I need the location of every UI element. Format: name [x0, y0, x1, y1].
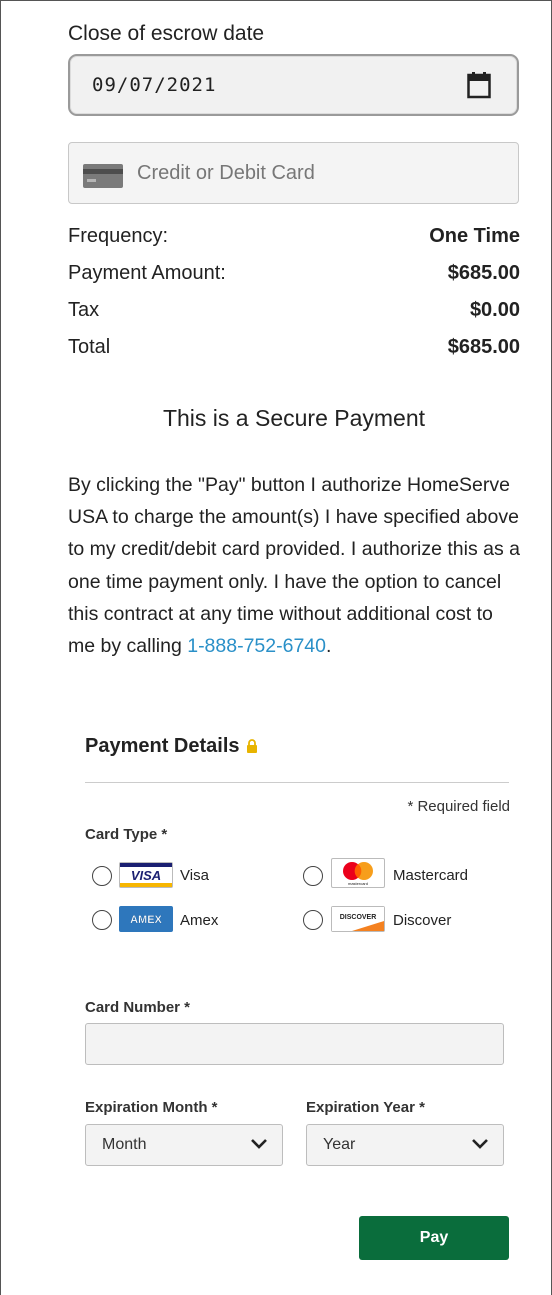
- summary-key: Tax: [68, 299, 100, 321]
- chevron-down-icon: [472, 1139, 488, 1149]
- calendar-icon[interactable]: [467, 71, 491, 99]
- summary-key: Payment Amount:: [68, 262, 226, 284]
- svg-text:mastercard: mastercard: [348, 881, 368, 886]
- summary-row-tax: Tax $0.00: [68, 299, 520, 329]
- summary-value: $0.00: [469, 299, 520, 321]
- discover-radio[interactable]: [303, 910, 323, 930]
- required-field-note: * Required field: [407, 798, 510, 815]
- summary-row-frequency: Frequency: One Time: [68, 225, 520, 255]
- payment-details-title: Payment Details: [85, 735, 258, 758]
- expiration-month-label: Expiration Month *: [85, 1099, 218, 1116]
- summary-key: Total: [68, 336, 111, 358]
- svg-text:DISCOVER: DISCOVER: [340, 914, 377, 921]
- discover-label: Discover: [393, 912, 452, 929]
- mastercard-radio[interactable]: [303, 866, 323, 886]
- visa-logo: VISA: [119, 862, 173, 888]
- card-type-label: Card Type *: [85, 826, 168, 843]
- mastercard-logo: mastercard: [331, 858, 385, 888]
- escrow-date-value: 09/07/2021: [92, 74, 217, 96]
- lock-icon: [246, 739, 257, 753]
- expiration-year-value: Year: [323, 1136, 356, 1153]
- mastercard-logo-graphic: mastercard: [343, 862, 373, 886]
- expiration-year-select[interactable]: Year: [306, 1124, 504, 1166]
- amex-radio[interactable]: [92, 910, 112, 930]
- visa-logo-graphic: VISA: [120, 863, 172, 887]
- expiration-month-select[interactable]: Month: [85, 1124, 283, 1166]
- secure-payment-title: This is a Secure Payment: [162, 405, 426, 431]
- payment-details-label: Payment Details: [85, 735, 240, 757]
- escrow-date-input[interactable]: 09/07/2021: [68, 54, 519, 116]
- chevron-down-icon: [251, 1139, 267, 1149]
- summary-value: One Time: [429, 225, 520, 247]
- amex-logo-graphic: AMEX: [120, 907, 172, 931]
- pay-button[interactable]: Pay: [359, 1216, 509, 1260]
- summary-row-total: Total $685.00: [68, 336, 520, 366]
- authorization-body: By clicking the "Pay" button I authorize…: [68, 474, 520, 658]
- summary-key: Frequency:: [68, 225, 169, 247]
- phone-link[interactable]: 1-888-752-6740: [187, 635, 326, 657]
- card-number-input[interactable]: [85, 1023, 504, 1065]
- summary-row-payment-amount: Payment Amount: $685.00: [68, 262, 520, 292]
- discover-logo: DISCOVER: [331, 906, 385, 932]
- authorization-text: By clicking the "Pay" button I authorize…: [68, 469, 524, 662]
- divider: [85, 782, 509, 783]
- credit-card-field[interactable]: Credit or Debit Card: [68, 142, 519, 204]
- svg-text:VISA: VISA: [131, 868, 161, 883]
- mastercard-label: Mastercard: [393, 867, 469, 884]
- expiration-month-value: Month: [102, 1136, 147, 1153]
- amex-label: Amex: [180, 912, 219, 929]
- credit-card-placeholder: Credit or Debit Card: [137, 162, 315, 184]
- visa-label: Visa: [180, 867, 209, 884]
- authorization-end: .: [326, 635, 332, 658]
- credit-card-icon: [83, 164, 123, 188]
- card-number-label: Card Number *: [85, 999, 191, 1016]
- amex-logo: AMEX: [119, 906, 173, 932]
- summary-value: $685.00: [447, 336, 520, 358]
- svg-text:AMEX: AMEX: [130, 914, 162, 926]
- discover-logo-graphic: DISCOVER: [332, 907, 384, 931]
- escrow-date-label: Close of escrow date: [68, 22, 265, 45]
- summary-value: $685.00: [447, 262, 520, 284]
- expiration-year-label: Expiration Year *: [306, 1099, 425, 1116]
- visa-radio[interactable]: [92, 866, 112, 886]
